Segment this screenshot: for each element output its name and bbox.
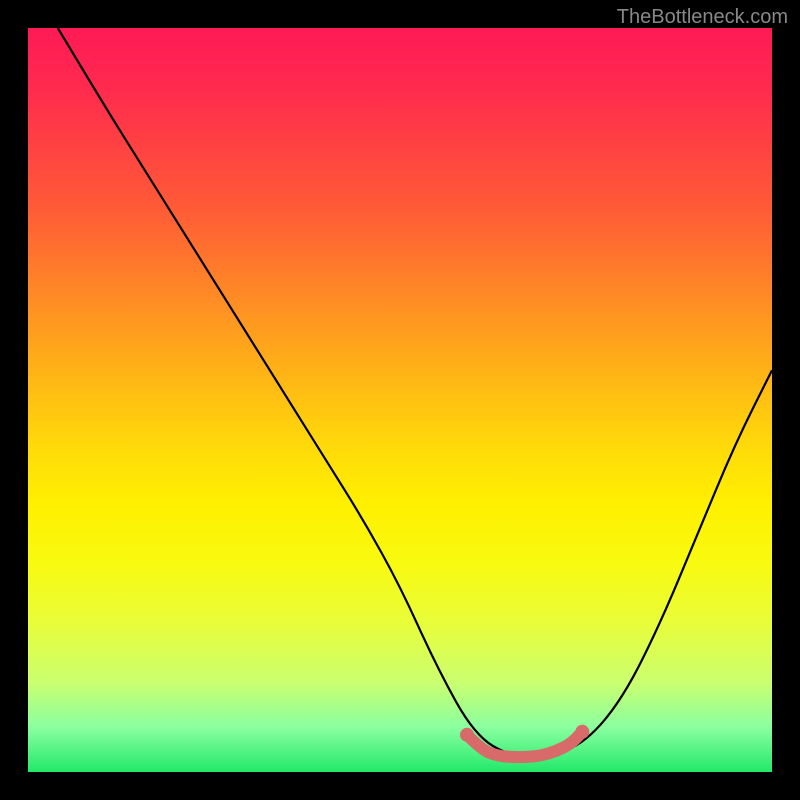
- optimal-range-marker: [467, 732, 582, 757]
- chart-container: TheBottleneck.com: [0, 0, 800, 800]
- chart-svg: [28, 28, 772, 772]
- marker-start-dot: [460, 728, 474, 742]
- plot-area: [28, 28, 772, 772]
- attribution-label: TheBottleneck.com: [617, 6, 788, 29]
- bottleneck-curve: [58, 28, 772, 757]
- marker-end-dot: [575, 725, 589, 739]
